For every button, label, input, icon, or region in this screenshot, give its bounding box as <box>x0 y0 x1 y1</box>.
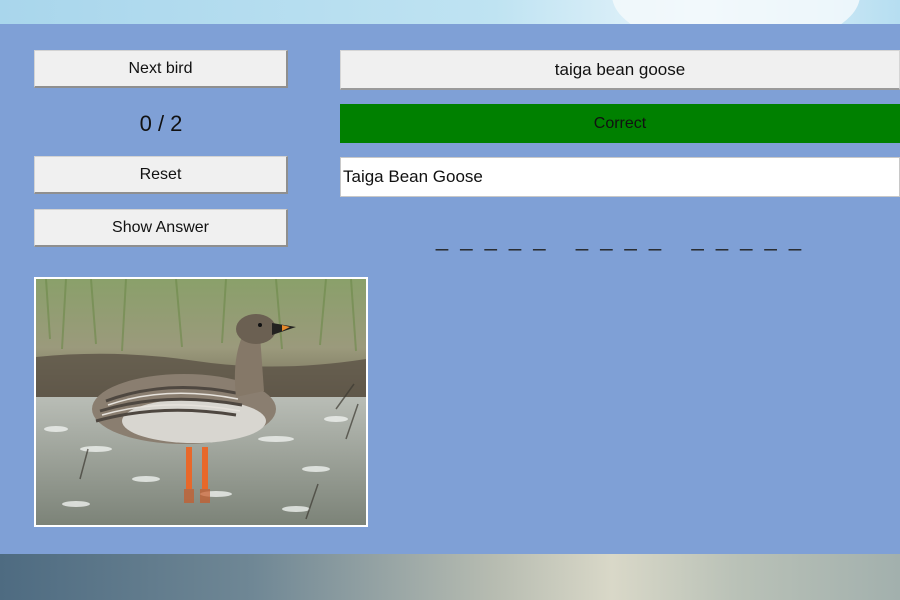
show-answer-button[interactable]: Show Answer <box>34 209 288 247</box>
result-status-bar: Correct <box>340 104 900 143</box>
answer-hint-blanks: _ _ _ _ _ _ _ _ _ _ _ _ _ _ <box>435 226 805 251</box>
desktop-top-strip <box>0 0 900 24</box>
goose-photo-illustration <box>36 279 366 525</box>
guess-input[interactable] <box>340 157 900 197</box>
bird-quiz-window: Next bird 0 / 2 Reset Show Answer taiga … <box>0 24 900 554</box>
next-bird-button[interactable]: Next bird <box>34 50 288 88</box>
bird-photo <box>34 277 368 527</box>
desktop-glow <box>612 0 860 24</box>
desktop-bottom-strip <box>0 554 900 600</box>
reset-button[interactable]: Reset <box>34 156 288 194</box>
score-counter: 0 / 2 <box>139 111 183 136</box>
answer-display: taiga bean goose <box>340 50 900 90</box>
